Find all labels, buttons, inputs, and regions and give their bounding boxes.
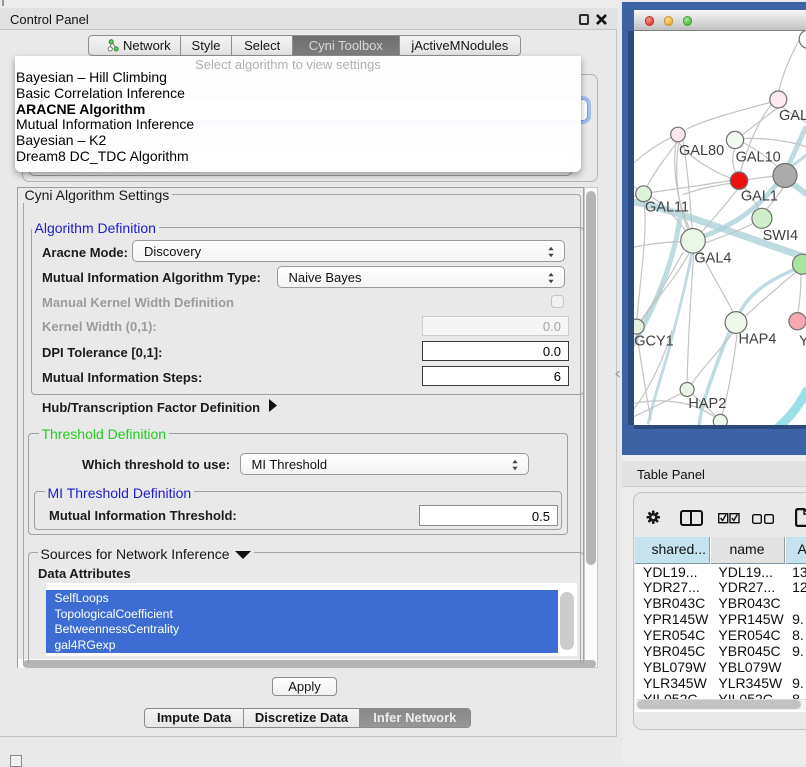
svg-text:GAL80: GAL80 — [679, 143, 724, 159]
svg-text:SWI4: SWI4 — [763, 228, 798, 244]
svg-text:GAL4: GAL4 — [694, 250, 731, 266]
svg-text:HAP2: HAP2 — [688, 396, 726, 412]
svg-text:GAL7: GAL7 — [779, 108, 806, 124]
svg-text:GAL11: GAL11 — [645, 199, 689, 215]
svg-text:HAP4: HAP4 — [739, 331, 777, 347]
svg-text:GAL1: GAL1 — [741, 188, 778, 204]
svg-text:GAL10: GAL10 — [736, 149, 781, 165]
svg-text:Y: Y — [799, 333, 806, 349]
svg-text:GCY1: GCY1 — [634, 333, 674, 349]
